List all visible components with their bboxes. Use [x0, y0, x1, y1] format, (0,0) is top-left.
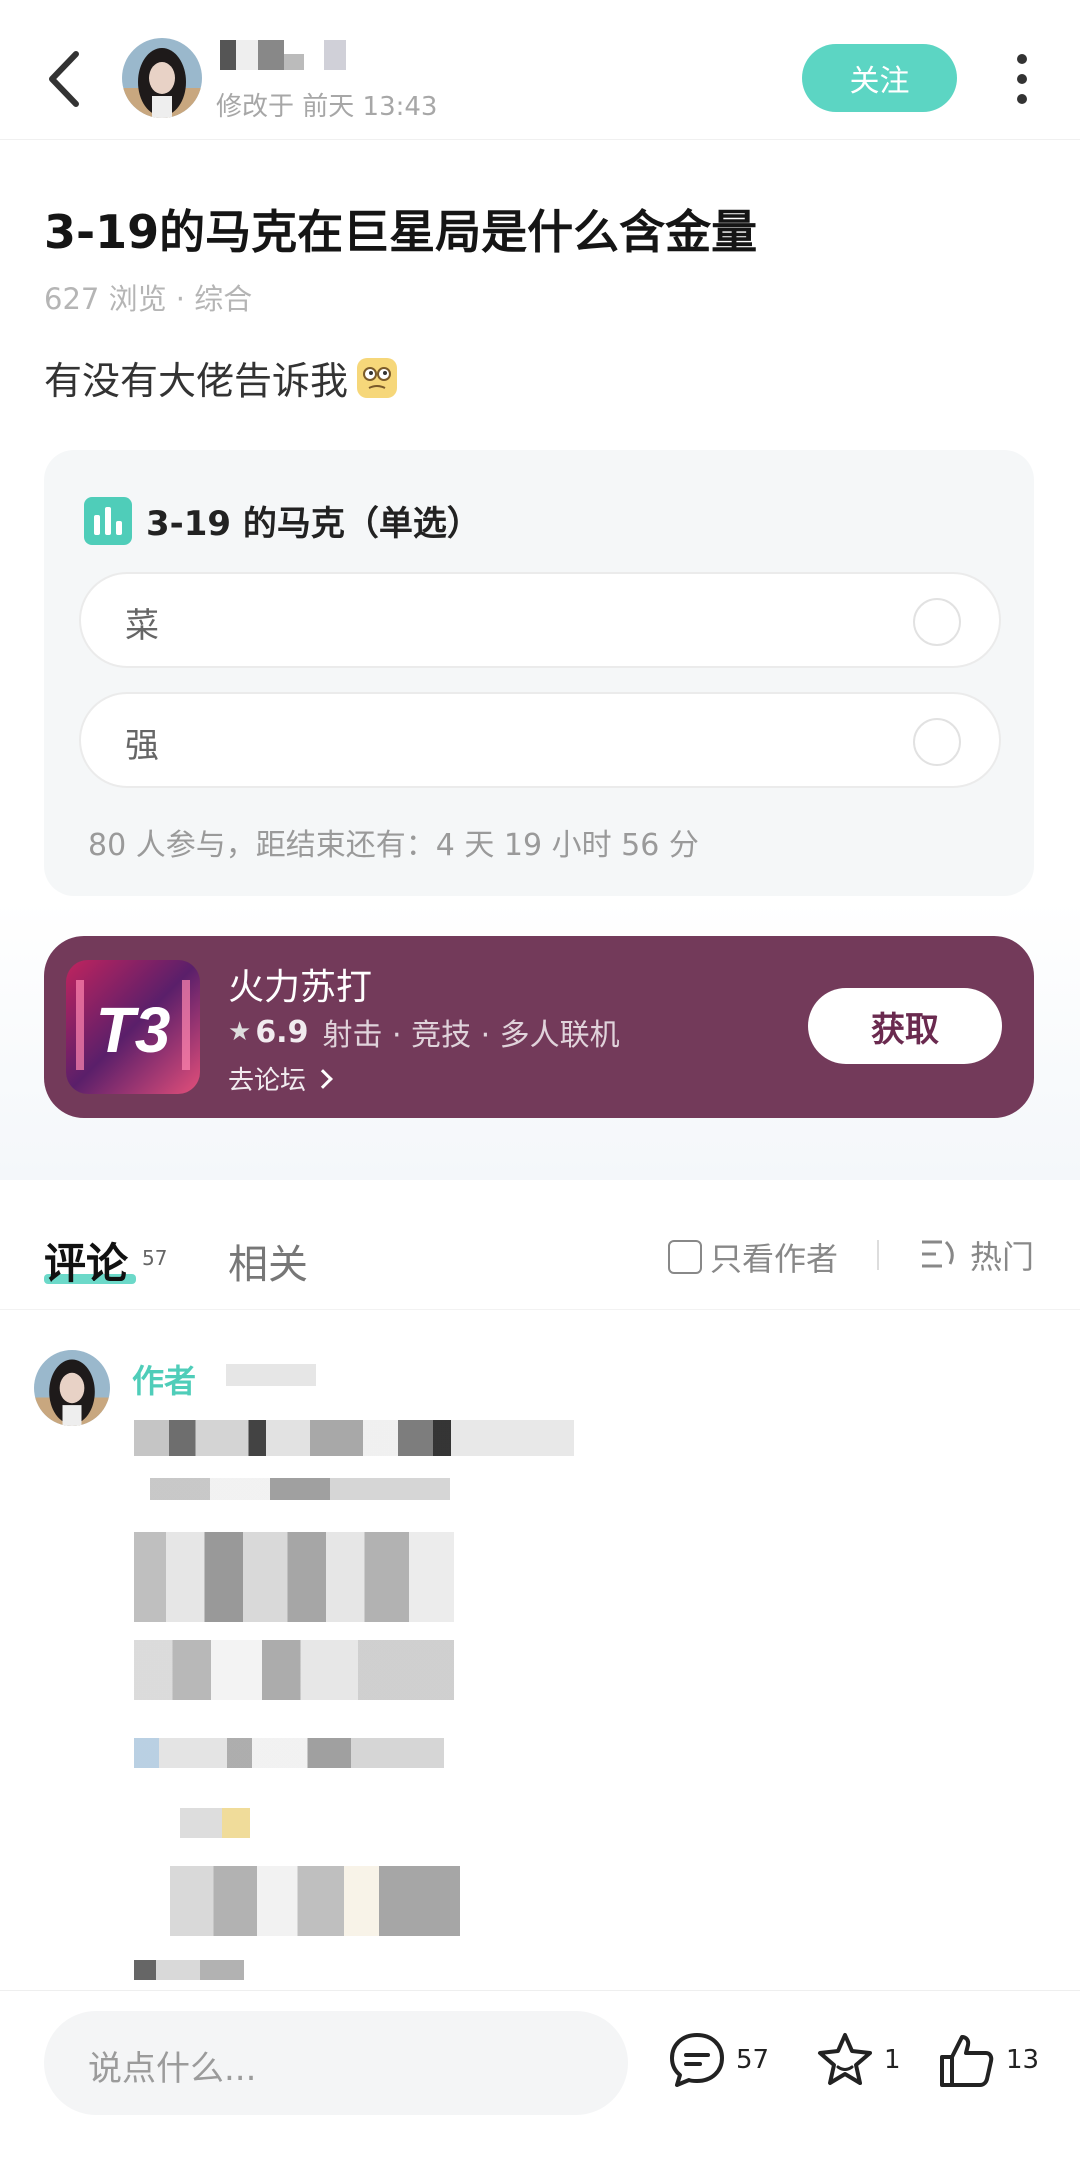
author-tag: 作者: [132, 1362, 197, 1400]
game-tags: 射击 · 竞技 · 多人联机: [322, 1018, 620, 1053]
poll-header: 3-19 的马克（单选）: [84, 496, 481, 545]
follow-button[interactable]: 关注: [802, 44, 957, 112]
get-game-button[interactable]: 获取: [808, 988, 1002, 1064]
author-only-toggle[interactable]: 只看作者: [668, 1234, 838, 1280]
forum-link-label: 去论坛: [228, 1066, 307, 1096]
favorite-action[interactable]: 1: [814, 2029, 901, 2091]
comment-input[interactable]: 说点什么...: [44, 2011, 628, 2115]
comment-input-placeholder: 说点什么...: [88, 2049, 257, 2089]
forum-link[interactable]: 去论坛: [228, 1060, 333, 1097]
chevron-right-icon: [313, 1068, 333, 1089]
redacted-username: [226, 1364, 316, 1386]
comment-action[interactable]: 57: [666, 2029, 769, 2091]
like-count: 13: [1006, 2045, 1040, 2075]
game-logo-icon: T3: [66, 960, 200, 1094]
top-bar: 修改于 前天 13:43 关注: [0, 0, 1080, 140]
post-body: 有没有大佬告诉我: [44, 350, 402, 405]
sort-label: 热门: [970, 1238, 1035, 1276]
tab-comments[interactable]: 评论: [44, 1230, 128, 1291]
sort-toggle[interactable]: 热门: [920, 1232, 1034, 1278]
star-outline-icon: [818, 2033, 872, 2085]
comment-tabs: 评论 57 相关 只看作者 热门: [0, 1180, 1080, 1310]
tab-comments-count: 57: [142, 1246, 168, 1270]
poll-option-label: 菜: [125, 606, 159, 646]
username-redacted: [220, 40, 346, 72]
game-rating: 6.9: [255, 1014, 309, 1050]
like-action[interactable]: 13: [936, 2029, 1039, 2091]
poll-title: 3-19 的马克（单选）: [146, 504, 481, 544]
game-logo-text: T3: [96, 994, 171, 1066]
game-name: 火力苏打: [228, 967, 373, 1008]
comment-count: 57: [736, 2045, 770, 2075]
checkbox-icon[interactable]: [668, 1240, 702, 1274]
comment-avatar[interactable]: [34, 1350, 110, 1426]
radio-icon[interactable]: [913, 718, 961, 766]
post-meta: 627 浏览 · 综合: [44, 282, 253, 316]
author-avatar[interactable]: [122, 38, 202, 118]
poll-option[interactable]: 菜: [79, 572, 1001, 668]
game-info: ★ 6.9 射击 · 竞技 · 多人联机: [228, 1010, 620, 1054]
poll-option[interactable]: 强: [79, 692, 1001, 788]
radio-icon[interactable]: [913, 598, 961, 646]
post-title: 3-19的马克在巨星局是什么含金量: [44, 205, 758, 259]
game-ad-card[interactable]: T3 火力苏打 ★ 6.9 射击 · 竞技 · 多人联机 去论坛 获取: [44, 936, 1034, 1118]
edit-time: 修改于 前天 13:43: [216, 92, 438, 122]
sort-icon: [922, 1240, 954, 1268]
favorite-count: 1: [884, 2045, 901, 2075]
divider: [877, 1240, 879, 1270]
poll-option-label: 强: [125, 726, 159, 766]
comment-bubble-icon: [670, 2033, 724, 2087]
more-options-icon[interactable]: [1010, 54, 1034, 104]
poll-status: 80 人参与，距结束还有：4 天 19 小时 56 分: [88, 828, 699, 863]
post-body-text: 有没有大佬告诉我: [44, 359, 349, 403]
thinking-face-icon: [352, 353, 402, 403]
bar-chart-icon: [84, 496, 132, 545]
back-arrow-icon[interactable]: [40, 44, 90, 114]
author-only-label: 只看作者: [710, 1240, 839, 1278]
tab-related[interactable]: 相关: [228, 1232, 308, 1290]
poll-card: 3-19 的马克（单选） 菜 强 80 人参与，距结束还有：4 天 19 小时 …: [44, 450, 1034, 896]
bottom-action-bar: 说点什么... 57 1 13: [0, 1990, 1080, 2165]
thumbs-up-icon: [940, 2035, 994, 2087]
star-icon: ★: [228, 1017, 252, 1047]
